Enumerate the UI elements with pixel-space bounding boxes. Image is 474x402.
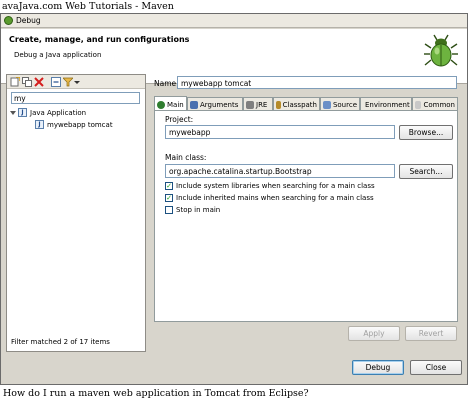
- project-field[interactable]: mywebapp: [165, 125, 395, 139]
- debug-bug-icon: [4, 16, 13, 25]
- tab-common[interactable]: Common: [412, 97, 458, 110]
- filter-status: Filter matched 2 of 17 items: [11, 338, 110, 346]
- banner-heading: Create, manage, and run configurations: [9, 35, 190, 44]
- debug-bug-icon: [424, 34, 458, 67]
- main-class-label: Main class:: [165, 153, 207, 162]
- tutorial-title: avaJava.com Web Tutorials - Maven: [0, 0, 474, 13]
- banner-subtitle: Debug a Java application: [14, 51, 102, 59]
- include-inherited-mains-checkbox[interactable]: ✓ Include inherited mains when searching…: [165, 194, 374, 202]
- tree-node-label: Java Application: [30, 108, 87, 117]
- tab-arguments[interactable]: Arguments: [187, 97, 243, 110]
- filter-icon[interactable]: [63, 77, 73, 87]
- collapse-all-icon[interactable]: [51, 77, 61, 87]
- jre-tab-icon: [246, 101, 254, 109]
- tab-main[interactable]: Main: [154, 96, 187, 110]
- checkbox-unchecked-icon[interactable]: [165, 206, 173, 214]
- duplicate-icon[interactable]: [22, 77, 32, 87]
- close-button[interactable]: Close: [410, 360, 462, 375]
- config-tabs: Main Arguments JRE Classpath Source Envi…: [154, 96, 458, 110]
- tab-jre[interactable]: JRE: [243, 97, 273, 110]
- debug-button[interactable]: Debug: [352, 360, 404, 375]
- delete-icon[interactable]: [34, 77, 44, 87]
- include-system-libraries-checkbox[interactable]: ✓ Include system libraries when searchin…: [165, 182, 375, 190]
- tab-classpath[interactable]: Classpath: [273, 97, 320, 110]
- java-launch-config-icon: J: [35, 120, 44, 129]
- main-tab-icon: [157, 100, 165, 109]
- search-button[interactable]: Search...: [399, 164, 453, 179]
- tutorial-caption: How do I run a maven web application in …: [0, 386, 474, 402]
- window-title: Debug: [16, 16, 41, 25]
- dialog-titlebar: Debug: [1, 14, 467, 28]
- project-label: Project:: [165, 115, 194, 124]
- tab-source[interactable]: Source: [320, 97, 360, 110]
- tree-node-mywebapp-tomcat[interactable]: J mywebapp tomcat: [35, 120, 113, 129]
- chevron-down-icon[interactable]: [74, 77, 80, 87]
- tree-toolbar: [7, 75, 145, 89]
- name-field[interactable]: mywebapp tomcat: [177, 76, 457, 89]
- stop-in-main-checkbox[interactable]: Stop in main: [165, 206, 220, 214]
- source-tab-icon: [323, 101, 331, 109]
- main-tab-panel: Project: mywebapp Browse... Main class: …: [154, 110, 458, 322]
- tab-environment[interactable]: Environment: [360, 97, 412, 110]
- new-configuration-icon[interactable]: [10, 77, 20, 87]
- tree-node-label: mywebapp tomcat: [47, 120, 113, 129]
- revert-button[interactable]: Revert: [405, 326, 457, 341]
- checkbox-checked-icon[interactable]: ✓: [165, 182, 173, 190]
- expand-triangle-icon[interactable]: [10, 110, 16, 115]
- name-label: Name:: [154, 79, 179, 88]
- browse-button[interactable]: Browse...: [399, 125, 453, 140]
- arguments-tab-icon: [190, 101, 198, 109]
- configurations-tree-pane: J Java Application J mywebapp tomcat Fil…: [6, 74, 146, 352]
- java-application-icon: J: [18, 108, 27, 117]
- main-class-field[interactable]: org.apache.catalina.startup.Bootstrap: [165, 164, 395, 178]
- common-tab-icon: [415, 101, 422, 109]
- classpath-tab-icon: [276, 101, 281, 109]
- checkbox-checked-icon[interactable]: ✓: [165, 194, 173, 202]
- tree-node-java-application[interactable]: J Java Application: [10, 108, 87, 117]
- apply-button[interactable]: Apply: [348, 326, 400, 341]
- filter-input[interactable]: [11, 92, 140, 104]
